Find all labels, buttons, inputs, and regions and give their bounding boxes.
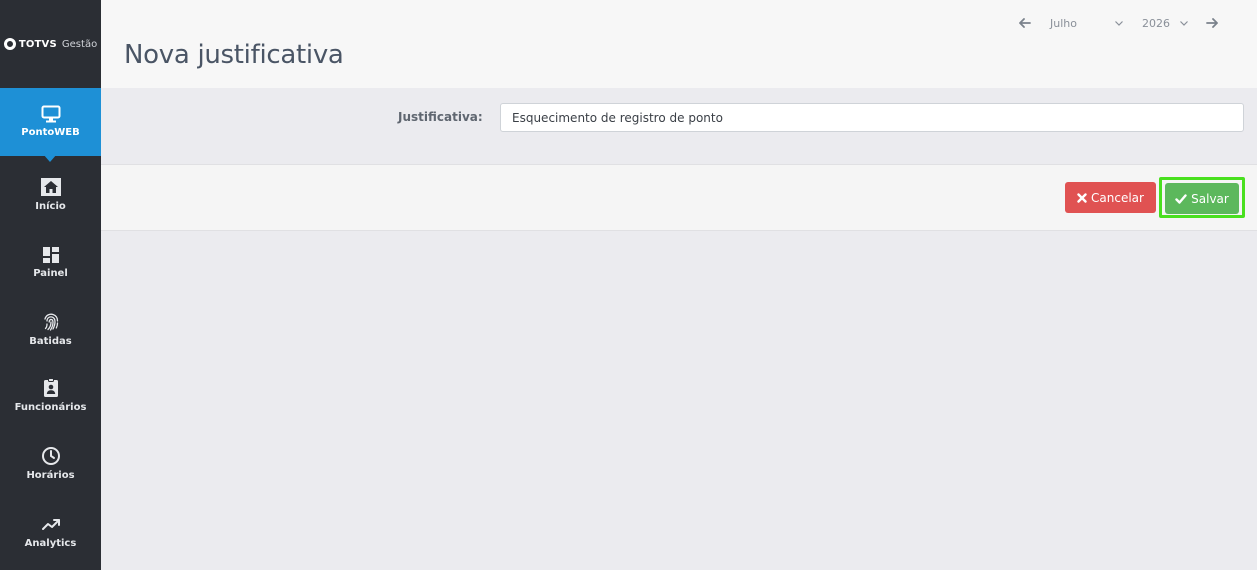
sidebar-item-batidas[interactable]: Batidas bbox=[0, 312, 101, 347]
sidebar-item-label: Horários bbox=[26, 470, 75, 481]
month-dropdown-chevron[interactable] bbox=[1113, 14, 1125, 32]
close-icon bbox=[1077, 192, 1087, 203]
sidebar-item-label: Início bbox=[35, 201, 66, 212]
totvs-ring-icon bbox=[3, 38, 16, 50]
arrow-right-icon bbox=[1206, 18, 1218, 28]
fingerprint-icon bbox=[43, 313, 58, 331]
justificativa-label: Justificativa: bbox=[398, 110, 483, 124]
brand-name: TOTVS bbox=[18, 38, 57, 50]
sidebar-item-label: PontoWEB bbox=[21, 127, 80, 138]
monitor-icon bbox=[41, 105, 60, 123]
sidebar-item-label: Analytics bbox=[24, 538, 77, 549]
page-header: Nova justificativa Julho 2026 bbox=[101, 0, 1257, 88]
year-dropdown-chevron[interactable] bbox=[1178, 14, 1190, 32]
sidebar-item-label: Batidas bbox=[29, 336, 72, 347]
dashboard-icon bbox=[42, 247, 59, 263]
year-select[interactable]: 2026 bbox=[1142, 15, 1170, 31]
save-button-highlight: Salvar bbox=[1159, 177, 1245, 218]
cancel-button[interactable]: Cancelar bbox=[1065, 182, 1156, 213]
brand-mark: TOTVS Gestão bbox=[3, 38, 98, 50]
arrow-left-icon bbox=[1019, 18, 1031, 28]
save-button-label: Salvar bbox=[1191, 191, 1229, 206]
cancel-button-label: Cancelar bbox=[1091, 190, 1144, 205]
sidebar-item-analytics[interactable]: Analytics bbox=[0, 514, 101, 549]
brand-logo[interactable]: TOTVS Gestão bbox=[0, 0, 101, 88]
active-indicator bbox=[43, 154, 57, 162]
chevron-down-icon bbox=[1115, 20, 1123, 26]
form-actions: Cancelar Salvar bbox=[101, 164, 1257, 231]
sidebar-item-funcionarios[interactable]: Funcionários bbox=[0, 378, 101, 413]
justificativa-input[interactable] bbox=[500, 103, 1244, 132]
home-icon bbox=[40, 178, 61, 196]
month-select[interactable]: Julho bbox=[1050, 15, 1077, 31]
save-button[interactable]: Salvar bbox=[1165, 183, 1239, 214]
sidebar-item-horarios[interactable]: Horários bbox=[0, 446, 101, 481]
id-badge-icon bbox=[43, 378, 58, 397]
clock-icon bbox=[41, 447, 60, 465]
chevron-down-icon bbox=[1180, 20, 1188, 26]
next-period-button[interactable] bbox=[1204, 14, 1220, 32]
sidebar-item-pontoweb[interactable]: PontoWEB bbox=[0, 88, 101, 156]
sidebar-item-label: Painel bbox=[33, 268, 68, 279]
sidebar-item-label: Funcionários bbox=[14, 402, 87, 413]
previous-period-button[interactable] bbox=[1017, 14, 1033, 32]
sidebar-item-painel[interactable]: Painel bbox=[0, 246, 101, 279]
trend-line-icon bbox=[41, 519, 60, 530]
page-title: Nova justificativa bbox=[124, 40, 344, 70]
brand-product: Gestão bbox=[61, 38, 98, 50]
check-icon bbox=[1175, 193, 1187, 204]
sidebar-item-inicio[interactable]: Início bbox=[0, 177, 101, 212]
justificativa-form: Justificativa: bbox=[101, 88, 1257, 152]
sidebar: TOTVS Gestão PontoWEB Início Painel Bati… bbox=[0, 0, 101, 570]
